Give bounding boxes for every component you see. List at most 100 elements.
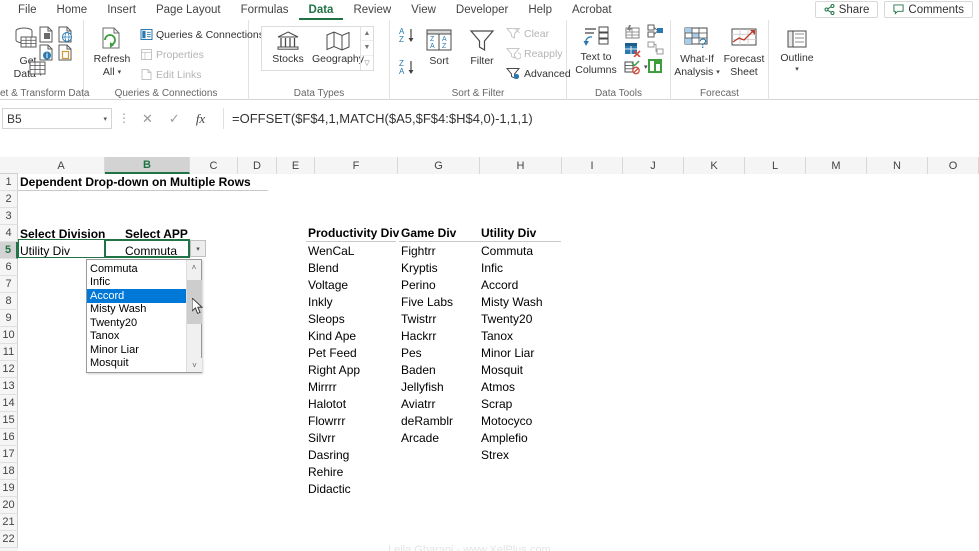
table-cell[interactable]: Twistrr [399,310,489,327]
table-cell[interactable]: Inkly [306,293,396,310]
table-cell[interactable]: Voltage [306,276,396,293]
table-cell[interactable]: Baden [399,361,489,378]
table-cell[interactable]: Kryptis [399,259,489,276]
table-header-2[interactable]: Game Div [399,225,489,242]
row-header-18[interactable]: 18 [0,463,18,480]
column-header-D[interactable]: D [238,157,277,174]
data-types-gallery-scrollbar[interactable]: ▲ ▼ ▽ [360,27,373,70]
table-cell[interactable]: Tanox [479,327,561,344]
column-header-J[interactable]: J [623,157,684,174]
row-header-8[interactable]: 8 [0,293,18,310]
row-header-6[interactable]: 6 [0,259,18,276]
what-if-analysis-button[interactable]: ? What-If Analysis ▾ [674,26,720,78]
row-header-19[interactable]: 19 [0,480,18,497]
table-cell[interactable]: Arcade [399,429,489,446]
gallery-scroll-up-icon[interactable]: ▲ [361,27,373,42]
table-cell[interactable]: WenCaL [306,242,396,259]
table-cell[interactable]: Aviatrr [399,395,489,412]
table-cell[interactable]: Mosquit [479,361,561,378]
dropdown-list[interactable]: Commuta Infic Accord Misty Wash Twenty20 Tano… [86,259,202,373]
row-header-1[interactable]: 1 [0,174,18,191]
scrollbar-thumb[interactable] [187,280,202,324]
refresh-all-button[interactable]: Refresh All ▾ [88,26,136,78]
table-cell[interactable]: Hackrr [399,327,489,344]
remove-duplicates-button[interactable] [624,42,641,62]
table-cell[interactable]: Flowrrr [306,412,396,429]
formula-bar-grip[interactable]: ⋮ [118,112,130,125]
row-header-2[interactable]: 2 [0,191,18,208]
table-cell[interactable]: Fightrr [399,242,489,259]
gallery-more-icon[interactable]: ▽ [361,56,373,70]
column-header-H[interactable]: H [480,157,562,174]
dropdown-arrow-button[interactable]: ▾ [190,240,206,257]
formula-input[interactable]: =OFFSET($F$4,1,MATCH($A5,$F$4:$H$4,0)-1,… [228,108,971,146]
ribbon-tab-view[interactable]: View [401,0,446,20]
name-box[interactable]: B5 ▾ [2,108,112,129]
dropdown-item[interactable]: Mosquit [87,357,186,371]
insert-function-icon[interactable]: fx [196,111,205,127]
column-header-L[interactable]: L [745,157,806,174]
ribbon-tab-developer[interactable]: Developer [446,0,518,20]
sort-dialog-button[interactable]: Z A A Z Sort [420,28,458,67]
ribbon-tab-page-layout[interactable]: Page Layout [146,0,231,20]
table-cell[interactable]: Pes [399,344,489,361]
row-header-15[interactable]: 15 [0,412,18,429]
column-header-A[interactable]: A [18,157,105,174]
dropdown-item[interactable]: Twenty20 [87,316,186,330]
row-header-21[interactable]: 21 [0,514,18,531]
table-cell[interactable]: Five Labs [399,293,489,310]
table-cell[interactable]: Kind Ape [306,327,396,344]
text-to-columns-button[interactable]: Text to Columns [569,26,623,76]
row-header-3[interactable]: 3 [0,208,18,225]
row-header-12[interactable]: 12 [0,361,18,378]
table-header-1[interactable]: Productivity Div [306,225,399,242]
name-box-chevron-down-icon[interactable]: ▾ [103,115,107,123]
sort-descending-button[interactable]: Z A [398,58,418,81]
table-cell[interactable]: Sleops [306,310,396,327]
table-cell[interactable]: Silvrr [306,429,396,446]
dropdown-item[interactable]: Accord [87,289,186,303]
ribbon-tab-file[interactable]: File [8,0,47,20]
ribbon-tab-review[interactable]: Review [343,0,401,20]
table-cell[interactable]: Twenty20 [479,310,561,327]
table-cell[interactable]: Jellyfish [399,378,489,395]
table-cell[interactable]: Infic [479,259,561,276]
column-header-G[interactable]: G [398,157,480,174]
table-cell[interactable]: Mirrrr [306,378,396,395]
table-cell[interactable]: Pet Feed [306,344,396,361]
dropdown-scrollbar[interactable]: ˄ ˅ [186,260,202,372]
data-validation-button[interactable]: ▾ [624,60,648,75]
table-cell[interactable]: Dasring [306,446,396,463]
column-header-C[interactable]: C [190,157,238,174]
gallery-scroll-down-icon[interactable]: ▼ [361,41,373,56]
table-header-3[interactable]: Utility Div [479,225,561,242]
row-header-16[interactable]: 16 [0,429,18,446]
scroll-up-icon[interactable]: ˄ [187,260,201,274]
table-cell[interactable]: Scrap [479,395,561,412]
label-select-division[interactable]: Select Division [18,225,178,242]
forecast-sheet-button[interactable]: Forecast Sheet [721,26,767,78]
column-header-O[interactable]: O [928,157,979,174]
dropdown-item[interactable]: Infic [87,276,186,290]
table-cell[interactable]: Perino [399,276,489,293]
row-header-9[interactable]: 9 [0,310,18,327]
row-header-14[interactable]: 14 [0,395,18,412]
row-header-13[interactable]: 13 [0,378,18,395]
column-header-K[interactable]: K [684,157,745,174]
column-header-E[interactable]: E [277,157,315,174]
table-cell[interactable]: Amplefio [479,429,561,446]
row-header-10[interactable]: 10 [0,327,18,344]
manage-data-model-button[interactable] [647,58,664,79]
cell-a5-division-value[interactable]: Utility Div [18,242,178,259]
filter-button[interactable]: Filter [462,28,502,67]
table-cell[interactable]: Rehire [306,463,396,480]
row-header-20[interactable]: 20 [0,497,18,514]
table-cell[interactable]: Atmos [479,378,561,395]
dropdown-item[interactable]: Minor Liar [87,343,186,357]
enter-icon[interactable]: ✓ [169,111,180,127]
stocks-button[interactable]: Stocks [266,30,310,65]
comments-button[interactable]: Comments [884,1,973,18]
table-cell[interactable]: Blend [306,259,396,276]
table-cell[interactable]: Commuta [479,242,561,259]
table-cell[interactable]: Didactic [306,480,396,497]
